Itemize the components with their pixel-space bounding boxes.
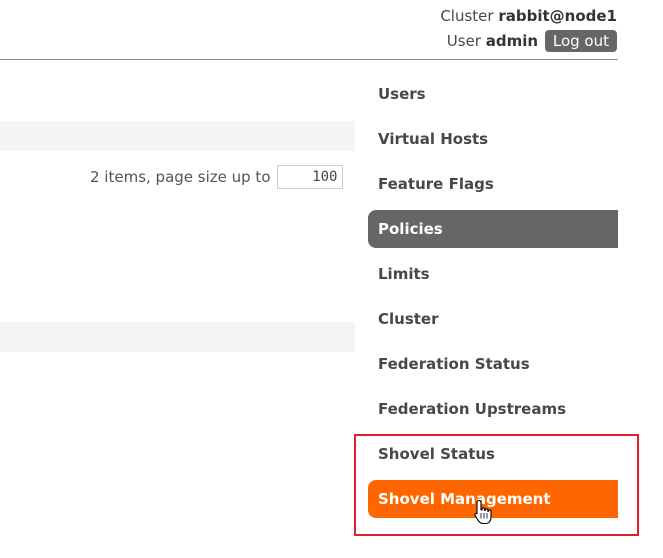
nav-item-feature-flags[interactable]: Feature Flags bbox=[368, 165, 618, 203]
user-line: User admin Log out bbox=[440, 29, 617, 54]
user-label: User bbox=[446, 32, 481, 50]
cluster-label: Cluster bbox=[440, 7, 494, 25]
nav-item-federation-status[interactable]: Federation Status bbox=[368, 345, 618, 383]
nav-item-policies[interactable]: Policies bbox=[368, 210, 618, 248]
pagination-text: 2 items, page size up to bbox=[90, 168, 271, 186]
pagination-controls: 2 items, page size up to bbox=[90, 165, 343, 189]
header-info: Cluster rabbit@node1 User admin Log out bbox=[440, 4, 617, 54]
logout-button[interactable]: Log out bbox=[544, 30, 617, 52]
section-header-band bbox=[0, 121, 355, 151]
cluster-name: rabbit@node1 bbox=[498, 7, 617, 25]
nav-item-users[interactable]: Users bbox=[368, 75, 618, 113]
nav-item-federation-upstreams[interactable]: Federation Upstreams bbox=[368, 390, 618, 428]
highlight-box bbox=[354, 434, 639, 536]
hand-cursor-icon bbox=[474, 499, 492, 525]
header-divider bbox=[0, 59, 618, 60]
nav-item-cluster[interactable]: Cluster bbox=[368, 300, 618, 338]
page-size-input[interactable] bbox=[276, 165, 343, 189]
section-header-band bbox=[0, 322, 355, 352]
cluster-line: Cluster rabbit@node1 bbox=[440, 4, 617, 29]
nav-item-limits[interactable]: Limits bbox=[368, 255, 618, 293]
user-name: admin bbox=[485, 32, 539, 50]
nav-item-virtual-hosts[interactable]: Virtual Hosts bbox=[368, 120, 618, 158]
